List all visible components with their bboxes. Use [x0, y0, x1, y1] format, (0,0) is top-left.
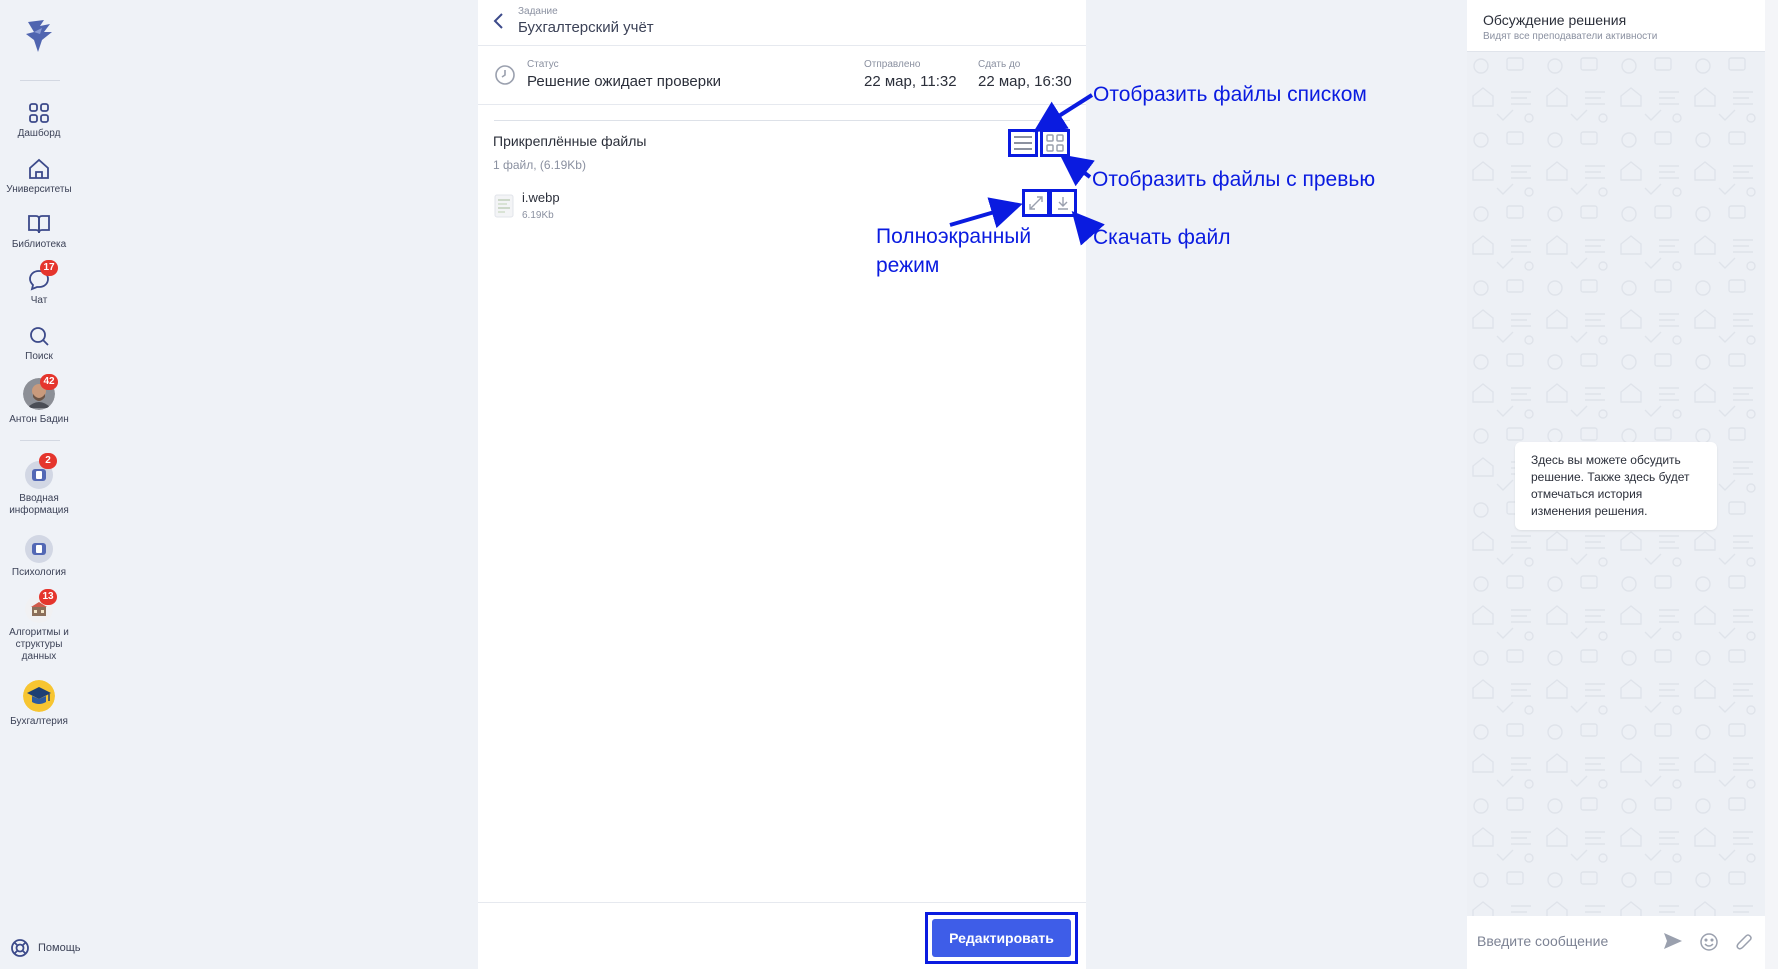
discussion-panel: Обсуждение решения Видят все преподавате… — [1467, 0, 1765, 969]
due-value: 22 мар, 16:30 — [978, 73, 1072, 90]
discussion-info-bubble: Здесь вы можете обсудить решение. Также … — [1515, 442, 1717, 530]
sidebar-item-course-algorithms[interactable]: Алгоритмы и структуры данных 13 — [0, 589, 78, 663]
grid-icon — [1046, 134, 1064, 152]
status-bar: Статус Решение ожидает проверки Отправле… — [478, 46, 1086, 105]
home-icon — [29, 158, 49, 179]
sidebar-item-label: Бухгалтерия — [10, 716, 68, 727]
sidebar-item-label: Психология — [11, 567, 67, 578]
sidebar-item-library[interactable]: Библиотека — [0, 212, 78, 251]
sidebar-item-label: Алгоритмы и структуры данных — [9, 627, 69, 662]
notification-badge: 17 — [40, 260, 58, 276]
preview-view-button[interactable] — [1040, 129, 1070, 157]
sidebar-item-chat[interactable]: Чат 17 — [0, 260, 78, 307]
back-arrow-icon[interactable] — [492, 12, 506, 30]
annotation-fullscreen-line1: Полноэкранный — [876, 225, 1032, 248]
message-input[interactable] — [1477, 926, 1647, 956]
annotation-preview-view: Отобразить файлы с превью — [1092, 168, 1376, 191]
download-button[interactable] — [1049, 189, 1077, 217]
graduation-cap-icon — [23, 680, 55, 712]
grid-icon — [29, 103, 49, 123]
sidebar-divider — [20, 80, 60, 81]
due-label: Сдать до — [978, 59, 1021, 70]
sidebar-item-label: Дашборд — [17, 128, 61, 139]
task-panel: Задание Бухгалтерский учёт Статус Решени… — [478, 0, 1086, 969]
annotation-fullscreen-line2: режим — [876, 254, 940, 277]
sidebar: Дашборд Университеты Библиотека Чат 17 П… — [0, 0, 81, 969]
task-footer: Редактировать — [478, 902, 1086, 969]
paperclip-icon[interactable] — [1735, 932, 1753, 952]
emoji-icon[interactable] — [1699, 932, 1719, 952]
list-view-button[interactable] — [1008, 129, 1038, 157]
page-title: Бухгалтерский учёт — [518, 19, 654, 36]
sidebar-divider — [20, 440, 60, 441]
sidebar-item-label: Вводная информация — [9, 493, 69, 516]
search-icon — [30, 327, 49, 346]
status-label: Статус — [527, 59, 559, 70]
file-name: i.webp — [522, 190, 560, 205]
download-icon — [1058, 197, 1068, 210]
lifebuoy-icon — [11, 939, 29, 957]
discussion-subtitle: Видят все преподаватели активности — [1483, 31, 1658, 42]
message-composer — [1467, 916, 1765, 969]
sidebar-item-universities[interactable]: Университеты — [0, 157, 78, 196]
notification-badge: 2 — [39, 453, 57, 469]
page-scrollbar[interactable] — [1765, 0, 1778, 969]
edit-button-highlight: Редактировать — [925, 912, 1078, 964]
task-header: Задание Бухгалтерский учёт — [478, 0, 1086, 46]
help-link[interactable]: Помощь — [10, 938, 81, 958]
sidebar-item-course-psychology[interactable]: Психология — [0, 535, 78, 579]
sidebar-item-label: Поиск — [25, 351, 53, 362]
attached-files-title: Прикреплённые файлы — [493, 133, 647, 149]
notification-badge: 42 — [40, 374, 58, 390]
breadcrumb-label: Задание — [518, 6, 558, 17]
file-list-item[interactable]: i.webp 6.19Kb — [494, 190, 1054, 226]
sent-value: 22 мар, 11:32 — [864, 73, 957, 90]
help-label: Помощь — [38, 942, 81, 954]
sidebar-item-search[interactable]: Поиск — [0, 324, 78, 363]
clock-icon — [495, 65, 515, 85]
discussion-title: Обсуждение решения — [1483, 12, 1627, 28]
file-thumbnail-icon — [494, 194, 514, 218]
notification-badge: 13 — [39, 589, 57, 605]
list-icon — [1014, 136, 1032, 150]
sidebar-item-profile[interactable]: Антон Бадин 42 — [0, 374, 78, 426]
expand-icon — [1029, 196, 1043, 210]
sidebar-item-label: Антон Бадин — [9, 414, 69, 425]
logo-icon[interactable] — [20, 16, 58, 54]
file-size: 6.19Kb — [522, 210, 554, 221]
sidebar-item-course-intro[interactable]: Вводная информация 2 — [0, 453, 78, 517]
sidebar-item-dashboard[interactable]: Дашборд — [0, 101, 78, 140]
annotation-list-view: Отобразить файлы списком — [1093, 83, 1367, 106]
status-value: Решение ожидает проверки — [527, 73, 722, 90]
attached-files-meta: 1 файл, (6.19Kb) — [493, 158, 586, 172]
annotation-download: Скачать файл — [1093, 226, 1231, 249]
sidebar-item-label: Библиотека — [11, 239, 67, 250]
sidebar-item-course-accounting[interactable]: Бухгалтерия — [0, 680, 78, 728]
book-icon — [28, 215, 50, 234]
sidebar-item-label: Университеты — [6, 184, 72, 195]
course-icon — [25, 535, 53, 563]
edit-button[interactable]: Редактировать — [932, 919, 1071, 957]
fullscreen-button[interactable] — [1022, 189, 1050, 217]
sent-label: Отправлено — [864, 59, 921, 70]
discussion-header: Обсуждение решения Видят все преподавате… — [1467, 0, 1765, 52]
sidebar-item-label: Чат — [30, 295, 48, 306]
section-divider — [494, 120, 1070, 121]
send-icon[interactable] — [1663, 932, 1683, 950]
